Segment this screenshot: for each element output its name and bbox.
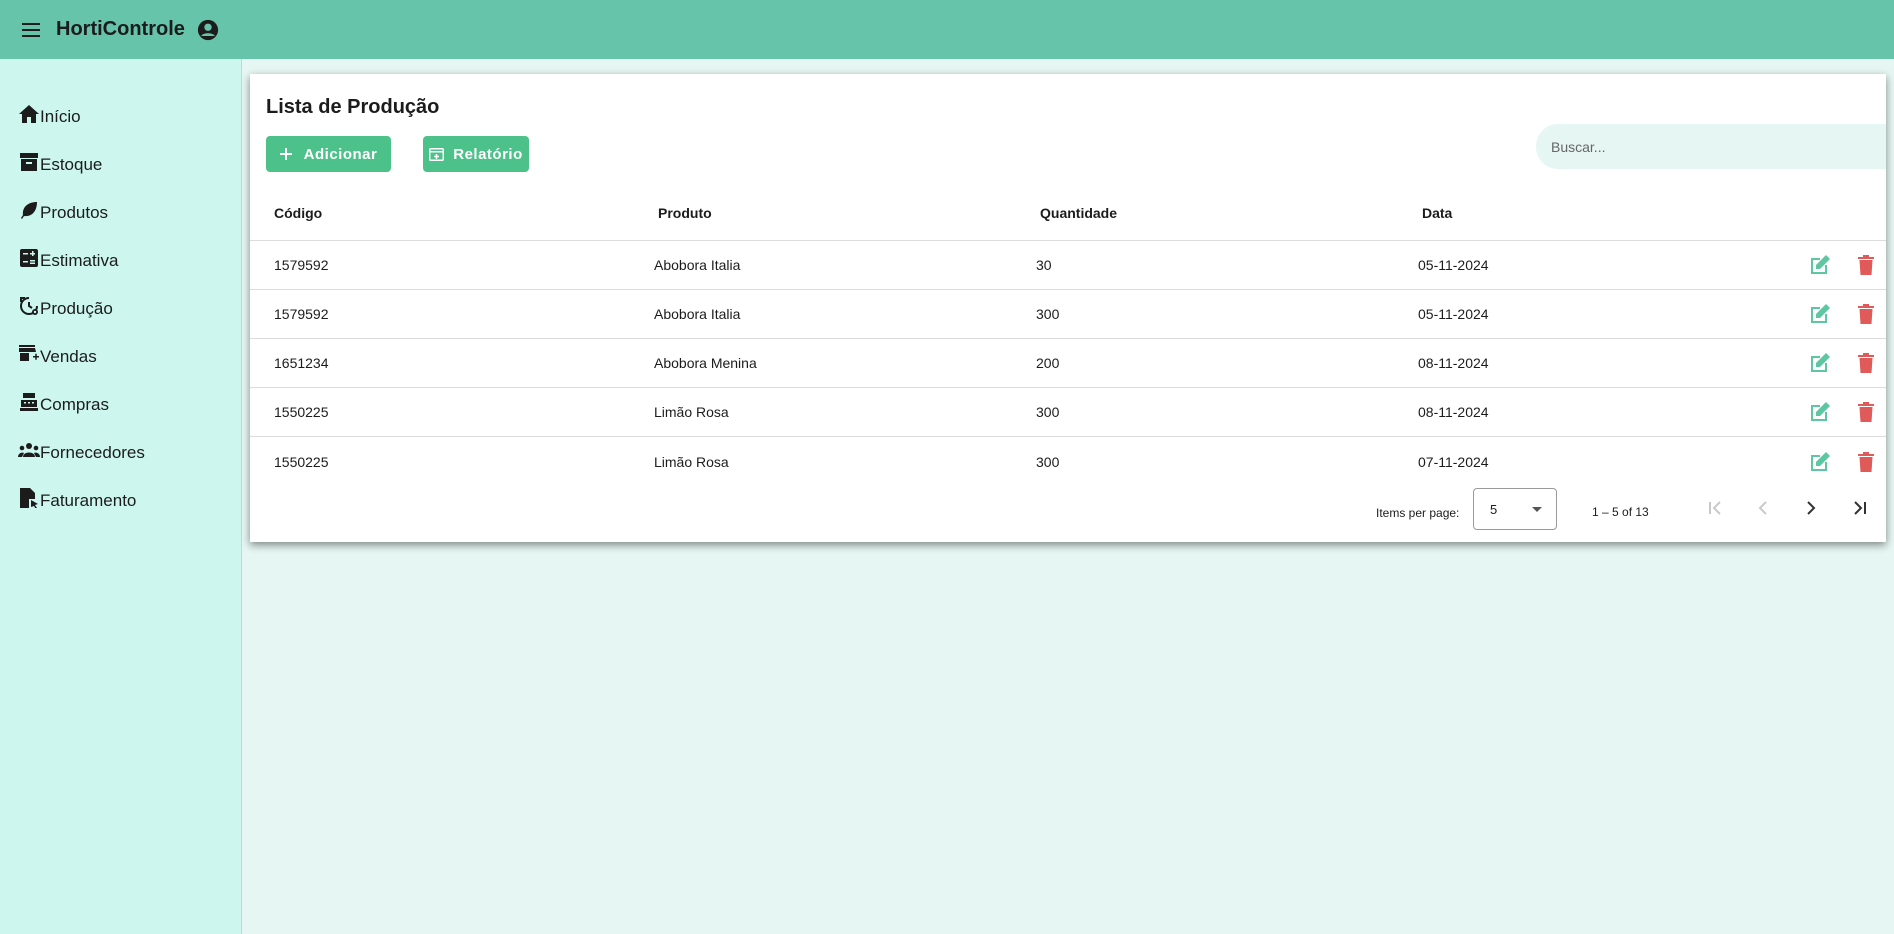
previous-page-icon[interactable] — [1751, 496, 1775, 520]
table-row: 1579592 Abobora Italia 300 05-11-2024 — [250, 290, 1886, 339]
cell-code: 1579592 — [274, 306, 329, 322]
dropdown-caret-icon — [1532, 507, 1542, 512]
table-row: 1651234 Abobora Menina 200 08-11-2024 — [250, 339, 1886, 388]
sidebar-item-produtos[interactable]: Produtos — [0, 179, 241, 227]
first-page-icon[interactable] — [1704, 496, 1728, 520]
delete-icon[interactable] — [1854, 351, 1878, 375]
cell-quantity: 30 — [1036, 257, 1052, 273]
delete-icon[interactable] — [1854, 302, 1878, 326]
cell-date: 08-11-2024 — [1418, 404, 1489, 420]
table-row: 1550225 Limão Rosa 300 07-11-2024 — [250, 437, 1886, 486]
table-row: 1579592 Abobora Italia 30 05-11-2024 — [250, 241, 1886, 290]
table-row: 1550225 Limão Rosa 300 08-11-2024 — [250, 388, 1886, 437]
cell-code: 1651234 — [274, 355, 329, 371]
row-actions — [1778, 351, 1886, 375]
sidebar-item-label: Estoque — [40, 155, 103, 174]
sidebar-item-label: Vendas — [40, 347, 97, 366]
history-settings-icon — [18, 295, 40, 317]
account-circle-icon[interactable] — [197, 18, 221, 42]
cash-register-icon — [18, 391, 40, 413]
column-header-code[interactable]: Código — [250, 205, 632, 221]
table-header: Código Produto Quantidade Data — [250, 186, 1886, 241]
sidebar-item-vendas[interactable]: Vendas — [0, 323, 241, 371]
cell-product: Abobora Italia — [654, 257, 741, 273]
edit-icon[interactable] — [1808, 302, 1832, 326]
search-input[interactable] — [1536, 124, 1886, 169]
archive-icon — [18, 151, 40, 173]
row-actions — [1778, 253, 1886, 277]
sidebar-item-faturamento[interactable]: Faturamento — [0, 467, 241, 515]
cell-code: 1579592 — [274, 257, 329, 273]
cell-code: 1550225 — [274, 404, 329, 420]
items-per-page-label: Items per page: — [1376, 506, 1460, 520]
cell-quantity: 300 — [1036, 306, 1060, 322]
page-title: Lista de Produção — [266, 96, 440, 118]
column-header-product[interactable]: Produto — [632, 205, 1014, 221]
add-button[interactable]: Adicionar — [266, 136, 391, 172]
sidebar-item-label: Estimativa — [40, 251, 119, 270]
cell-product: Abobora Italia — [654, 306, 741, 322]
cell-product: Limão Rosa — [654, 404, 729, 420]
card-header: Lista de Produção Adicionar Relatório — [250, 74, 1886, 186]
delete-icon[interactable] — [1854, 253, 1878, 277]
cell-code: 1550225 — [274, 453, 329, 470]
row-actions — [1778, 450, 1886, 474]
edit-icon[interactable] — [1808, 351, 1832, 375]
add-button-label: Adicionar — [303, 145, 378, 163]
cell-date: 08-11-2024 — [1418, 355, 1489, 371]
row-actions — [1778, 302, 1886, 326]
top-app-bar: HortiControle — [0, 0, 1894, 59]
edit-icon[interactable] — [1808, 253, 1832, 277]
page-size-value: 5 — [1490, 501, 1498, 517]
sidebar-item-estimativa[interactable]: Estimativa — [0, 227, 241, 275]
sidebar-item-label: Início — [40, 107, 81, 126]
sidebar-item-producao[interactable]: Produção — [0, 275, 241, 323]
group-icon — [18, 439, 40, 461]
cell-quantity: 300 — [1036, 453, 1060, 470]
page-range-label: 1 – 5 of 13 — [1592, 505, 1649, 519]
sidebar-item-inicio[interactable]: Início — [0, 83, 241, 131]
page-size-select[interactable]: 5 — [1473, 488, 1557, 530]
cell-quantity: 200 — [1036, 355, 1060, 371]
column-header-date[interactable]: Data — [1396, 205, 1778, 221]
app-title: HortiControle — [56, 18, 185, 40]
cell-date: 05-11-2024 — [1418, 306, 1489, 322]
sidebar-item-label: Fornecedores — [40, 443, 145, 462]
delete-icon[interactable] — [1854, 450, 1878, 474]
leaf-icon — [18, 199, 40, 221]
cell-product: Limão Rosa — [654, 453, 729, 470]
cell-date: 07-11-2024 — [1418, 453, 1489, 470]
row-actions — [1778, 400, 1886, 424]
next-page-icon[interactable] — [1799, 496, 1823, 520]
sidebar-item-compras[interactable]: Compras — [0, 371, 241, 419]
sidebar-item-label: Produtos — [40, 203, 109, 222]
production-list-card: Lista de Produção Adicionar Relatório Có… — [250, 74, 1886, 542]
file-cursor-icon — [18, 487, 40, 509]
cell-date: 05-11-2024 — [1418, 257, 1489, 273]
sidebar-item-estoque[interactable]: Estoque — [0, 131, 241, 179]
home-icon — [18, 103, 40, 125]
sidebar-item-label: Produção — [40, 299, 113, 318]
sidebar-item-label: Compras — [40, 395, 109, 414]
plus-icon — [279, 146, 296, 162]
calculator-icon — [18, 247, 40, 269]
sidebar-item-fornecedores[interactable]: Fornecedores — [0, 419, 241, 467]
production-table: Código Produto Quantidade Data 1579592 A… — [250, 186, 1886, 486]
sidebar: Início Estoque Produtos Estimativa Produ… — [0, 59, 242, 934]
paginator: Items per page: 5 1 – 5 of 13 — [250, 484, 1886, 540]
edit-icon[interactable] — [1808, 450, 1832, 474]
sidebar-item-label: Faturamento — [40, 491, 137, 510]
delete-icon[interactable] — [1854, 400, 1878, 424]
report-button[interactable]: Relatório — [423, 136, 529, 172]
report-icon — [429, 146, 445, 162]
menu-icon[interactable] — [20, 18, 44, 42]
cell-product: Abobora Menina — [654, 355, 757, 371]
store-add-icon — [18, 343, 40, 365]
column-header-quantity[interactable]: Quantidade — [1014, 205, 1396, 221]
last-page-icon[interactable] — [1847, 496, 1871, 520]
cell-quantity: 300 — [1036, 404, 1060, 420]
report-button-label: Relatório — [453, 145, 523, 163]
edit-icon[interactable] — [1808, 400, 1832, 424]
